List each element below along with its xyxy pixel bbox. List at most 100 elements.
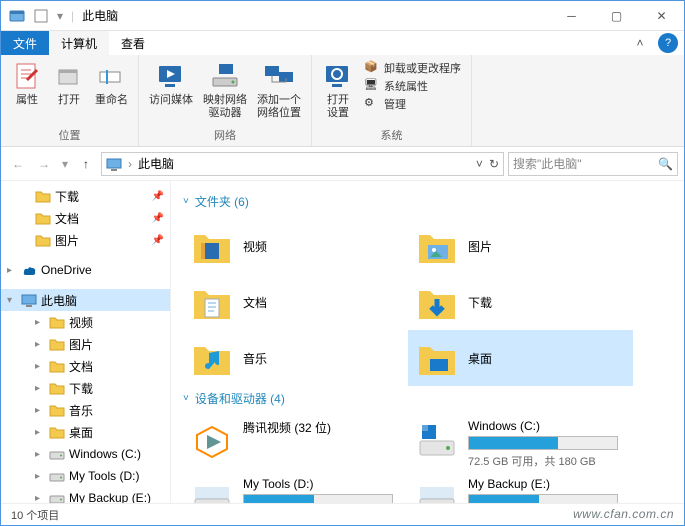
minimize-button[interactable]: ─ bbox=[549, 1, 594, 30]
folder-item[interactable]: 视频 bbox=[183, 218, 408, 274]
tree-item[interactable]: 图片 📌 bbox=[1, 229, 170, 251]
drive-item[interactable]: My Tools (D:)156 GB 可用，共 296 GB bbox=[183, 473, 408, 503]
tree-item-label: 文档 bbox=[69, 358, 93, 375]
nav-forward-button[interactable]: → bbox=[33, 153, 55, 175]
tree-item[interactable]: ▸视频 bbox=[1, 311, 170, 333]
drive-name: Windows (C:) bbox=[468, 419, 625, 433]
drive-usage-bar bbox=[468, 494, 618, 503]
tree-item[interactable]: ▸图片 bbox=[1, 333, 170, 355]
folder-name: 视频 bbox=[243, 238, 267, 255]
tree-item[interactable]: 下载📌 bbox=[1, 185, 170, 207]
folder-icon bbox=[49, 490, 65, 503]
tree-item-label: 图片 bbox=[55, 232, 79, 249]
drive-item[interactable]: Windows (C:)72.5 GB 可用，共 180 GB bbox=[408, 415, 633, 473]
tree-item[interactable]: ▸Windows (C:) bbox=[1, 443, 170, 465]
tree-item-label: Windows (C:) bbox=[69, 447, 141, 461]
drive-icon bbox=[191, 419, 233, 461]
refresh-icon[interactable]: ↻ bbox=[489, 157, 499, 171]
tree-item[interactable]: ▸音乐 bbox=[1, 399, 170, 421]
folder-icon bbox=[191, 337, 233, 379]
drive-name: My Backup (E:) bbox=[468, 477, 625, 491]
folder-icon bbox=[416, 281, 458, 323]
section-header[interactable]: ˅设备和驱动器 (4) bbox=[183, 390, 672, 407]
folder-icon bbox=[35, 232, 51, 248]
folder-icon bbox=[49, 314, 65, 330]
ribbon-collapse-icon[interactable]: ˄ bbox=[628, 31, 652, 55]
manage-button[interactable]: ⚙管理 bbox=[364, 96, 461, 112]
folder-item[interactable]: 下载 bbox=[408, 274, 633, 330]
uninstall-programs-button[interactable]: 📦卸载或更改程序 bbox=[364, 60, 461, 76]
tree-item[interactable]: ▸ 文档 bbox=[1, 355, 170, 377]
tree-item-label: 下载 bbox=[69, 380, 93, 397]
chevron-icon: ▸ bbox=[35, 471, 45, 482]
open-settings-button[interactable]: 打开 设置 bbox=[318, 58, 358, 122]
tree-item-label: 下载 bbox=[55, 188, 79, 205]
folder-icon bbox=[49, 468, 65, 484]
content-pane[interactable]: ˅文件夹 (6) 视频 图片文档 下载音乐 桌面 ˅设备和驱动器 (4) 腾讯视频 (32 … bbox=[171, 181, 684, 503]
folder-item[interactable]: 文档 bbox=[183, 274, 408, 330]
tree-item[interactable]: 文档📌 bbox=[1, 207, 170, 229]
system-properties-button[interactable]: 🖥系统属性 bbox=[364, 78, 461, 94]
drive-item[interactable]: My Backup (E:)253 GB 可用，共 476 GB bbox=[408, 473, 633, 503]
folder-name: 音乐 bbox=[243, 350, 267, 367]
folder-item[interactable]: 桌面 bbox=[408, 330, 633, 386]
folder-name: 文档 bbox=[243, 294, 267, 311]
pin-icon: 📌 bbox=[152, 235, 164, 246]
pc-icon bbox=[106, 156, 122, 172]
tree-item[interactable]: ▸My Backup (E:) bbox=[1, 487, 170, 503]
folder-name: 图片 bbox=[468, 238, 492, 255]
qat-dropdown-icon[interactable]: ▾ bbox=[55, 6, 65, 26]
nav-back-button[interactable]: ← bbox=[7, 153, 29, 175]
tree-item[interactable]: ▸ 下载 bbox=[1, 377, 170, 399]
ribbon-group-system: 打开 设置 📦卸载或更改程序 🖥系统属性 ⚙管理 系统 bbox=[312, 55, 472, 146]
add-network-location-button[interactable]: 添加一个 网络位置 bbox=[253, 58, 305, 122]
chevron-down-icon: ˅ bbox=[183, 196, 189, 207]
folder-icon bbox=[49, 336, 65, 352]
open-button[interactable]: 打开 bbox=[49, 58, 89, 109]
qat-item[interactable] bbox=[31, 6, 51, 26]
chevron-icon: ▸ bbox=[35, 361, 45, 372]
navigation-pane[interactable]: 下载📌文档📌图片📌▸OneDrive▾此电脑▸视频▸图片▸文档▸下载▸音乐▸桌面… bbox=[1, 181, 171, 503]
section-header[interactable]: ˅文件夹 (6) bbox=[183, 193, 672, 210]
nav-recent-dropdown[interactable]: ▾ bbox=[59, 153, 71, 175]
tree-item[interactable]: ▾此电脑 bbox=[1, 289, 170, 311]
onedrive-icon bbox=[21, 262, 37, 278]
map-drive-button[interactable]: 映射网络 驱动器 bbox=[199, 58, 251, 122]
tree-item[interactable]: ▸OneDrive bbox=[1, 259, 170, 281]
access-media-button[interactable]: 访问媒体 bbox=[145, 58, 197, 109]
tab-file[interactable]: 文件 bbox=[1, 31, 49, 55]
search-icon: 🔍 bbox=[658, 157, 673, 171]
search-input[interactable]: 搜索"此电脑" 🔍 bbox=[508, 152, 678, 176]
manage-icon: ⚙ bbox=[364, 96, 380, 112]
chevron-icon: ▸ bbox=[35, 339, 45, 350]
tree-item[interactable]: ▸桌面 bbox=[1, 421, 170, 443]
nav-up-button[interactable]: ↑ bbox=[75, 153, 97, 175]
folder-item[interactable]: 音乐 bbox=[183, 330, 408, 386]
chevron-icon: ▸ bbox=[35, 427, 45, 438]
folder-name: 下载 bbox=[468, 294, 492, 311]
folder-icon bbox=[35, 210, 51, 226]
tab-computer[interactable]: 计算机 bbox=[49, 31, 109, 55]
close-button[interactable]: ✕ bbox=[639, 1, 684, 30]
drive-icon bbox=[416, 419, 458, 461]
chevron-icon: ▸ bbox=[35, 405, 45, 416]
window-title: 此电脑 bbox=[82, 7, 118, 24]
rename-button[interactable]: 重命名 bbox=[91, 58, 132, 109]
chevron-icon: ▸ bbox=[35, 383, 45, 394]
tab-view[interactable]: 查看 bbox=[109, 31, 157, 55]
drive-item[interactable]: 腾讯视频 (32 位) bbox=[183, 415, 408, 473]
help-icon[interactable]: ? bbox=[658, 33, 678, 53]
app-icon[interactable] bbox=[7, 6, 27, 26]
chevron-icon: ▸ bbox=[35, 317, 45, 328]
drive-icon bbox=[191, 477, 233, 503]
watermark: www.cfan.com.cn bbox=[573, 507, 674, 521]
address-dropdown-icon[interactable]: ˅ bbox=[476, 157, 483, 171]
maximize-button[interactable]: ▢ bbox=[594, 1, 639, 30]
pc-icon bbox=[21, 292, 37, 308]
address-bar[interactable]: › 此电脑 ˅↻ bbox=[101, 152, 504, 176]
folder-item[interactable]: 图片 bbox=[408, 218, 633, 274]
tree-item[interactable]: ▸My Tools (D:) bbox=[1, 465, 170, 487]
folder-icon bbox=[49, 380, 65, 396]
chevron-icon: ▸ bbox=[35, 493, 45, 504]
properties-button[interactable]: 属性 bbox=[7, 58, 47, 109]
